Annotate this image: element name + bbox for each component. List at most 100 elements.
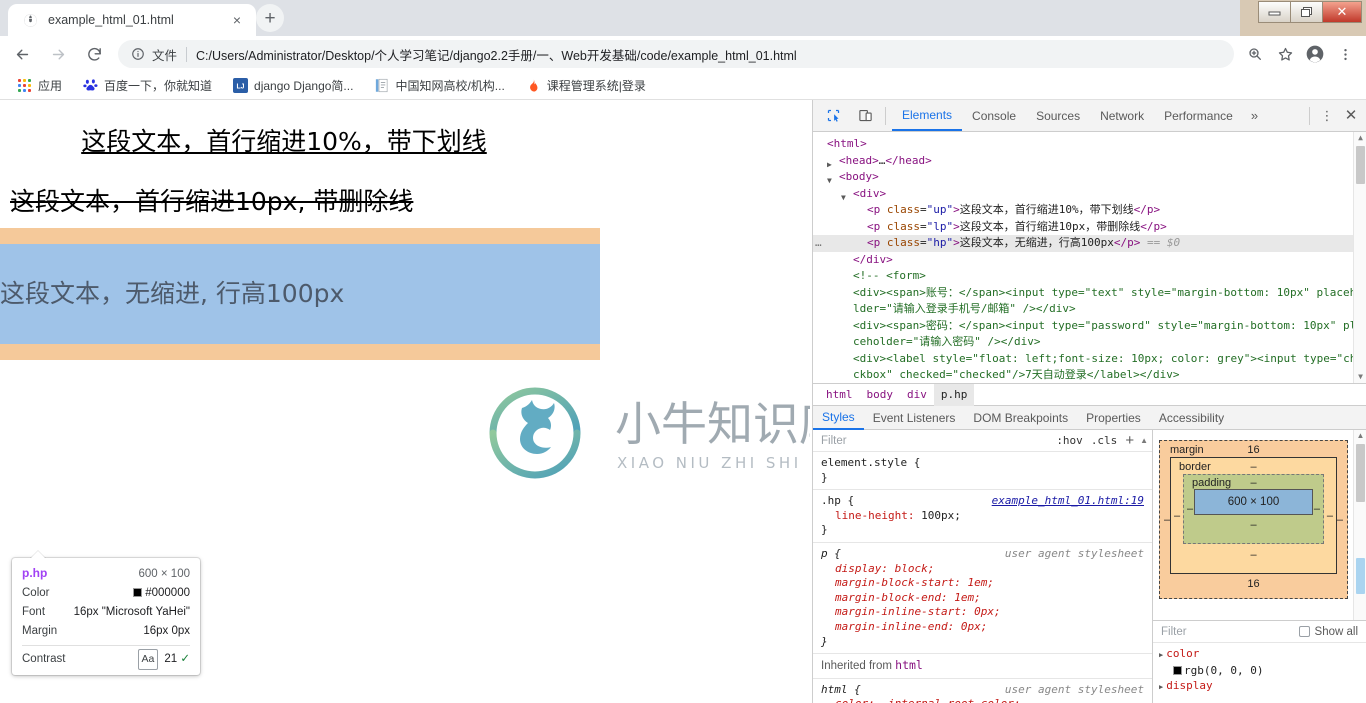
window-minimize-button[interactable] — [1258, 1, 1290, 23]
zoom-icon[interactable] — [1242, 41, 1268, 67]
padding-left-value[interactable]: – — [1187, 503, 1193, 515]
styles-tab-accessibility[interactable]: Accessibility — [1150, 406, 1233, 430]
node-badge[interactable]: … — [815, 235, 823, 252]
box-model-padding[interactable]: padding – – – 600 × 100 – — [1183, 474, 1324, 544]
cls-toggle[interactable]: .cls — [1091, 434, 1118, 447]
styles-tab-styles[interactable]: Styles — [813, 406, 864, 430]
scrollbar-thumb[interactable] — [1356, 146, 1365, 184]
window-maximize-button[interactable] — [1290, 1, 1322, 23]
box-model-border[interactable]: border – – – padding – – – 600 × 100 – – — [1170, 457, 1337, 574]
css-rule[interactable]: element.style {} — [813, 452, 1152, 491]
css-rule-origin[interactable]: example_html_01.html:19 — [992, 494, 1144, 509]
chevron-right-icon[interactable]: ▶ — [1159, 651, 1163, 659]
hov-toggle[interactable]: :hov — [1056, 434, 1083, 447]
dom-tree[interactable]: <html> ▶ <head>…</head> ▼ <body> ▼ <div> <p cla… — [813, 132, 1366, 383]
scrollbar-thumb-secondary[interactable] — [1356, 558, 1365, 594]
css-declaration[interactable]: margin-inline-end: 0px; — [821, 620, 1144, 635]
css-declaration[interactable]: margin-inline-start: 0px; — [821, 605, 1144, 620]
css-declaration[interactable]: margin-block-end: 1em; — [821, 591, 1144, 606]
css-property-value[interactable]: 1em; — [967, 576, 994, 589]
styles-pane-scroll-arrow[interactable]: ▲ — [1140, 436, 1148, 445]
css-property-value[interactable]: -internal-root-color; — [881, 697, 1020, 703]
scroll-up-arrow[interactable]: ▲ — [1354, 132, 1366, 144]
css-rule[interactable]: .hp { example_html_01.html:19 line-height:… — [813, 490, 1152, 543]
margin-right-value[interactable]: – — [1337, 514, 1343, 526]
devtools-tab-performance[interactable]: Performance — [1154, 100, 1243, 131]
styles-filter-input[interactable]: Filter — [821, 435, 1056, 447]
dom-tree-node[interactable]: ▶ <head>…</head> — [813, 153, 1366, 170]
dom-tree-node[interactable]: <div><label style="float: left;font-size… — [813, 351, 1366, 384]
scroll-up-arrow[interactable]: ▲ — [1354, 430, 1366, 442]
show-all-label[interactable]: Show all — [1315, 626, 1358, 638]
window-close-button[interactable]: ✕ — [1322, 1, 1362, 23]
browser-tab[interactable]: example_html_01.html × — [8, 4, 256, 36]
breadcrumb-item-div[interactable]: div — [900, 388, 934, 401]
devtools-tab-sources[interactable]: Sources — [1026, 100, 1090, 131]
padding-right-value[interactable]: – — [1314, 503, 1320, 515]
breadcrumb-item-html[interactable]: html — [819, 388, 860, 401]
devtools-tab-console[interactable]: Console — [962, 100, 1026, 131]
css-property-value[interactable]: 0px; — [974, 605, 1001, 618]
css-property-name[interactable]: margin-block-end — [835, 591, 941, 604]
dom-tree-node[interactable]: ▼ <div> — [813, 186, 1366, 203]
star-icon[interactable] — [1272, 41, 1298, 67]
css-rule[interactable]: p {user agent stylesheet display: block; m… — [813, 543, 1152, 655]
new-tab-button[interactable]: + — [256, 4, 284, 32]
back-button[interactable] — [8, 40, 36, 68]
css-selector[interactable]: p { — [821, 547, 841, 562]
devtools-menu-kebab-icon[interactable]: ⋮ — [1316, 109, 1338, 122]
css-property-value[interactable]: 1em; — [954, 591, 981, 604]
dom-tree-node[interactable]: <p class="up">这段文本，首行缩进10%，带下划线</p> — [813, 202, 1366, 219]
margin-bottom-value[interactable]: 16 — [1170, 578, 1337, 590]
show-all-checkbox[interactable] — [1298, 626, 1310, 637]
new-style-rule-button[interactable]: + — [1125, 433, 1134, 448]
css-declaration[interactable]: display: block; — [821, 562, 1144, 577]
dom-tree-node[interactable]: <div><span>密码：</span><input type="passwo… — [813, 318, 1366, 351]
styles-tab-event-listeners[interactable]: Event Listeners — [864, 406, 965, 430]
dom-tree-node[interactable]: ▼ <body> — [813, 169, 1366, 186]
more-tabs-chevron-icon[interactable]: » — [1243, 108, 1266, 123]
padding-top-value[interactable]: – — [1250, 477, 1256, 489]
css-declaration[interactable]: margin-block-start: 1em; — [821, 576, 1144, 591]
css-declaration[interactable]: color: -internal-root-color; — [821, 697, 1144, 703]
chevron-right-icon[interactable]: ▶ — [1159, 683, 1163, 691]
box-model-margin[interactable]: margin 16 – – border – – – padding – – –… — [1159, 440, 1348, 599]
menu-kebab-icon[interactable] — [1332, 41, 1358, 67]
css-declaration[interactable]: line-height: 100px; — [821, 509, 1144, 524]
dom-tree-scrollbar[interactable]: ▲ ▼ — [1353, 132, 1366, 383]
styles-tab-dom-breakpoints[interactable]: DOM Breakpoints — [964, 406, 1077, 430]
cursor-select-icon[interactable] — [819, 103, 847, 129]
css-property-name[interactable]: margin-block-start — [835, 576, 954, 589]
css-property-name[interactable]: color — [835, 697, 868, 703]
css-selector[interactable]: html { — [821, 683, 861, 698]
breadcrumb-item-p-hp[interactable]: p.hp — [933, 383, 975, 406]
dom-tree-node[interactable]: … <p class="hp">这段文本，无缩进，行高100px</p> == $… — [813, 235, 1366, 252]
box-model-content-size[interactable]: 600 × 100 — [1194, 489, 1313, 515]
css-property-name[interactable]: margin-inline-start — [835, 605, 961, 618]
dom-tree-node[interactable]: <p class="lp">这段文本，首行缩进10px，带删除线</p> — [813, 219, 1366, 236]
profile-avatar-icon[interactable] — [1302, 41, 1328, 67]
border-bottom-value[interactable]: – — [1183, 549, 1324, 561]
address-bar[interactable]: 文件 C:/Users/Administrator/Desktop/个人学习笔记… — [118, 40, 1234, 68]
bookmark-baidu[interactable]: 百度一下，你就知道 — [76, 75, 218, 97]
border-right-value[interactable]: – — [1327, 510, 1333, 522]
dom-tree-node[interactable]: </div> — [813, 252, 1366, 269]
devtools-tab-elements[interactable]: Elements — [892, 100, 963, 131]
css-selector[interactable]: element.style { — [821, 456, 920, 471]
computed-filter-input[interactable]: Filter — [1161, 626, 1299, 638]
styles-tab-properties[interactable]: Properties — [1077, 406, 1150, 430]
computed-property-row[interactable]: ▶ display — [1159, 678, 1360, 695]
margin-top-value[interactable]: 16 — [1247, 444, 1259, 456]
css-selector[interactable]: .hp { — [821, 494, 854, 509]
scroll-down-arrow[interactable]: ▼ — [1354, 371, 1366, 383]
css-property-value[interactable]: block; — [895, 562, 935, 575]
computed-property-row[interactable]: ▶ color — [1159, 646, 1360, 663]
device-toolbar-icon[interactable] — [851, 103, 879, 129]
css-property-name[interactable]: display — [835, 562, 881, 575]
padding-bottom-value[interactable]: – — [1194, 519, 1313, 531]
css-property-value[interactable]: 0px; — [961, 620, 988, 633]
dom-tree-node[interactable]: <div><span>账号：</span><input type="text" … — [813, 285, 1366, 318]
dom-tree-node[interactable]: <!-- <form> — [813, 268, 1366, 285]
bookmark-cnki[interactable]: 中国知网高校/机构... — [367, 75, 510, 97]
devtools-tab-network[interactable]: Network — [1090, 100, 1154, 131]
